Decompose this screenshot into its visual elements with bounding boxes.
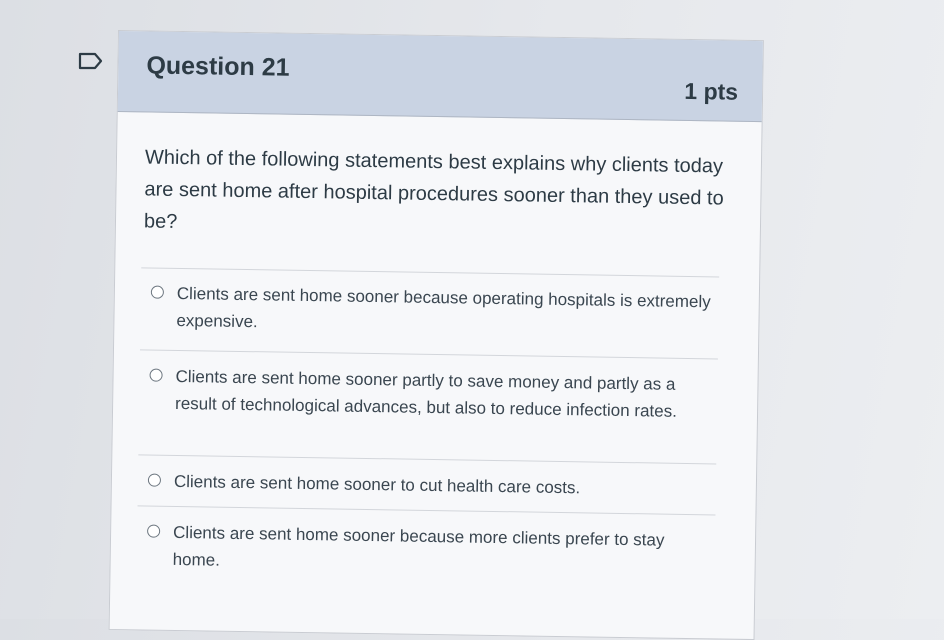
flag-question-icon[interactable] xyxy=(78,52,104,70)
answer-option-2[interactable]: Clients are sent home sooner partly to s… xyxy=(138,362,717,455)
answer-option-1[interactable]: Clients are sent home sooner because ope… xyxy=(140,279,719,350)
question-card: Question 21 1 pts Which of the following… xyxy=(108,30,764,640)
question-divider xyxy=(141,267,720,278)
question-title: Question 21 xyxy=(146,51,290,82)
answer-label: Clients are sent home sooner partly to s… xyxy=(174,366,678,421)
answer-divider xyxy=(139,349,718,360)
answer-divider xyxy=(137,505,716,516)
radio-button-icon[interactable] xyxy=(147,473,162,487)
radio-button-icon[interactable] xyxy=(150,285,164,299)
answer-label: Clients are sent home sooner to cut heal… xyxy=(173,471,581,498)
question-text: Which of the following statements best e… xyxy=(143,146,724,233)
answer-divider xyxy=(138,454,717,465)
answer-label: Clients are sent home sooner because mor… xyxy=(172,522,665,570)
radio-button-icon[interactable] xyxy=(147,524,161,538)
answer-label: Clients are sent home sooner because ope… xyxy=(176,283,711,332)
question-header: Question 21 1 pts xyxy=(117,31,763,123)
question-points: 1 pts xyxy=(684,77,739,105)
answer-list: Clients are sent home sooner because ope… xyxy=(136,279,719,585)
radio-button-icon[interactable] xyxy=(149,368,163,382)
answer-option-3[interactable]: Clients are sent home sooner to cut heal… xyxy=(138,467,716,506)
answer-option-4[interactable]: Clients are sent home sooner because mor… xyxy=(136,518,715,585)
